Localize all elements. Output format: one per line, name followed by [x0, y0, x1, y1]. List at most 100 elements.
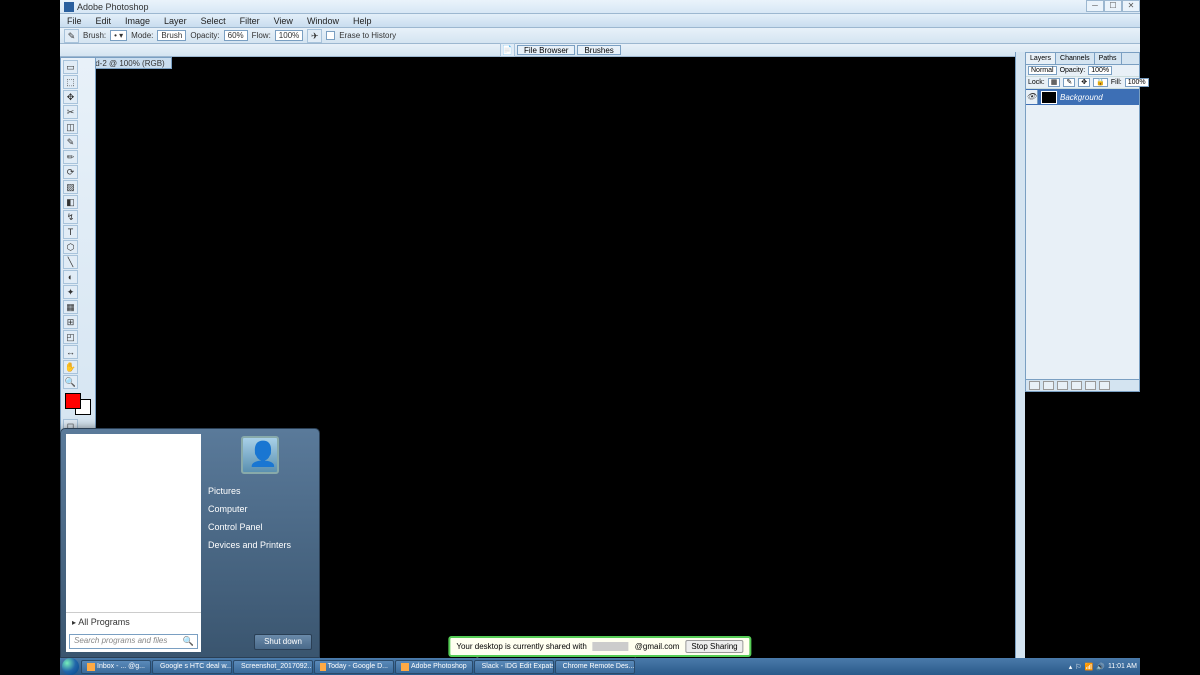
taskbar-item-inbox[interactable]: Inbox - ... @g... — [81, 660, 151, 674]
new-style-icon[interactable] — [1029, 381, 1040, 390]
tab-paths[interactable]: Paths — [1095, 53, 1122, 64]
start-control-panel[interactable]: Control Panel — [206, 518, 314, 536]
menu-view[interactable]: View — [267, 16, 300, 26]
brush-preset-icon[interactable]: ✎ — [64, 29, 79, 43]
tab-brushes[interactable]: Brushes — [577, 45, 620, 55]
menu-layer[interactable]: Layer — [157, 16, 194, 26]
layer-opacity-field[interactable]: 100% — [1088, 66, 1112, 75]
menu-edit[interactable]: Edit — [89, 16, 119, 26]
pen-tool[interactable]: ▦ — [63, 300, 78, 314]
wand-tool[interactable]: ✂ — [63, 105, 78, 119]
stamp-tool[interactable]: ▨ — [63, 180, 78, 194]
layer-mask-icon[interactable] — [1043, 381, 1054, 390]
app-icon — [401, 663, 409, 671]
tray-arrow-icon[interactable]: ▴ — [1069, 663, 1073, 671]
flow-field[interactable]: 100% — [275, 30, 303, 41]
start-programs-list[interactable] — [66, 434, 201, 612]
fill-field[interactable]: 100% — [1125, 78, 1149, 87]
notes-tool[interactable]: ◰ — [63, 330, 78, 344]
brush-size-field[interactable]: • ▾ — [110, 30, 127, 41]
visibility-icon[interactable]: 👁 — [1026, 90, 1038, 104]
maximize-button[interactable]: ☐ — [1104, 0, 1122, 12]
app-title: Adobe Photoshop — [77, 2, 149, 12]
start-pictures[interactable]: Pictures — [206, 482, 314, 500]
lock-pos-icon[interactable]: ✥ — [1078, 78, 1090, 87]
start-devices[interactable]: Devices and Printers — [206, 536, 314, 554]
taskbar-item-screenshot[interactable]: Screenshot_2017092... — [233, 660, 313, 674]
menu-bar: File Edit Image Layer Select Filter View… — [60, 14, 1140, 28]
menu-window[interactable]: Window — [300, 16, 346, 26]
gradient-tool[interactable]: T — [63, 225, 78, 239]
vertical-scrollbar[interactable] — [1015, 52, 1025, 658]
shutdown-button[interactable]: Shut down — [254, 634, 312, 650]
opacity-field[interactable]: 60% — [224, 30, 248, 41]
foreground-color[interactable] — [65, 393, 81, 409]
type-tool[interactable]: ✦ — [63, 285, 78, 299]
lock-pixels-icon[interactable]: ✎ — [1063, 78, 1075, 87]
lock-all-icon[interactable]: 🔒 — [1093, 78, 1108, 87]
blur-tool[interactable]: ⬡ — [63, 240, 78, 254]
taskbar-item-today[interactable]: Today - Google D... — [314, 660, 394, 674]
brush-tool[interactable]: ⟳ — [63, 165, 78, 179]
layer-item[interactable]: 👁 Background — [1026, 89, 1139, 105]
lock-trans-icon[interactable]: ▦ — [1048, 78, 1061, 87]
tab-file-browser[interactable]: File Browser — [517, 45, 575, 55]
all-programs-button[interactable]: All Programs — [66, 612, 201, 631]
share-email-redacted: xxxx — [593, 642, 629, 651]
menu-select[interactable]: Select — [194, 16, 233, 26]
taskbar-item-chrome1[interactable]: Google s HTC deal w... — [152, 660, 232, 674]
start-search-input[interactable]: Search programs and files — [69, 634, 198, 649]
mode-field[interactable]: Brush — [157, 30, 186, 41]
history-brush-tool[interactable]: ◧ — [63, 195, 78, 209]
layer-thumbnail[interactable] — [1041, 91, 1057, 104]
delete-layer-icon[interactable] — [1099, 381, 1110, 390]
tab-layers[interactable]: Layers — [1026, 53, 1056, 64]
lasso-tool[interactable]: ✥ — [63, 90, 78, 104]
move-tool[interactable]: ⬚ — [63, 75, 78, 89]
layers-panel: Layers Channels Paths Normal Opacity: 10… — [1025, 52, 1140, 392]
menu-file[interactable]: File — [60, 16, 89, 26]
hand-tool[interactable]: ✋ — [63, 360, 78, 374]
taskbar-item-slack[interactable]: Slack - IDG Edit Expats — [474, 660, 554, 674]
stop-sharing-button[interactable]: Stop Sharing — [685, 640, 743, 653]
start-button[interactable] — [62, 658, 79, 675]
heal-tool[interactable]: ✏ — [63, 150, 78, 164]
menu-help[interactable]: Help — [346, 16, 379, 26]
new-layer-icon[interactable] — [1085, 381, 1096, 390]
adjustment-icon[interactable] — [1071, 381, 1082, 390]
new-set-icon[interactable] — [1057, 381, 1068, 390]
eyedropper-tool[interactable]: ↔ — [63, 345, 78, 359]
close-button[interactable]: ✕ — [1122, 0, 1140, 12]
user-avatar[interactable] — [241, 436, 279, 474]
layers-footer — [1026, 379, 1139, 391]
menu-filter[interactable]: Filter — [233, 16, 267, 26]
erase-label: Erase to History — [339, 31, 396, 40]
tab-channels[interactable]: Channels — [1056, 53, 1095, 64]
clock[interactable]: 11:01 AM — [1108, 663, 1137, 670]
airbrush-icon[interactable]: ✈ — [307, 29, 322, 43]
marquee-tool[interactable]: ▭ — [63, 60, 78, 74]
path-tool[interactable]: ◐ — [63, 270, 78, 284]
crop-tool[interactable]: ◫ — [63, 120, 78, 134]
minimize-button[interactable]: ─ — [1086, 0, 1104, 12]
opacity-label: Opacity: — [190, 31, 219, 40]
system-tray[interactable]: ▴ ⚐ 📶 🔊 11:01 AM — [1069, 663, 1140, 671]
taskbar: Inbox - ... @g... Google s HTC deal w...… — [60, 658, 1140, 675]
dodge-tool[interactable]: ╲ — [63, 255, 78, 269]
blend-mode-field[interactable]: Normal — [1028, 66, 1057, 75]
eraser-tool[interactable]: ↯ — [63, 210, 78, 224]
taskbar-item-remote[interactable]: Chrome Remote Des... — [555, 660, 635, 674]
doc-icon[interactable]: 📄 — [500, 43, 515, 57]
zoom-tool[interactable]: 🔍 — [63, 375, 78, 389]
start-computer[interactable]: Computer — [206, 500, 314, 518]
start-menu: All Programs Search programs and files P… — [60, 428, 320, 658]
slice-tool[interactable]: ✎ — [63, 135, 78, 149]
taskbar-item-photoshop[interactable]: Adobe Photoshop — [395, 660, 473, 674]
shape-tool[interactable]: ⊞ — [63, 315, 78, 329]
menu-image[interactable]: Image — [118, 16, 157, 26]
erase-checkbox[interactable] — [326, 31, 335, 40]
tray-network-icon[interactable]: 📶 — [1085, 663, 1094, 671]
layer-name: Background — [1060, 93, 1103, 102]
tray-flag-icon[interactable]: ⚐ — [1075, 663, 1081, 671]
tray-volume-icon[interactable]: 🔊 — [1096, 663, 1105, 671]
